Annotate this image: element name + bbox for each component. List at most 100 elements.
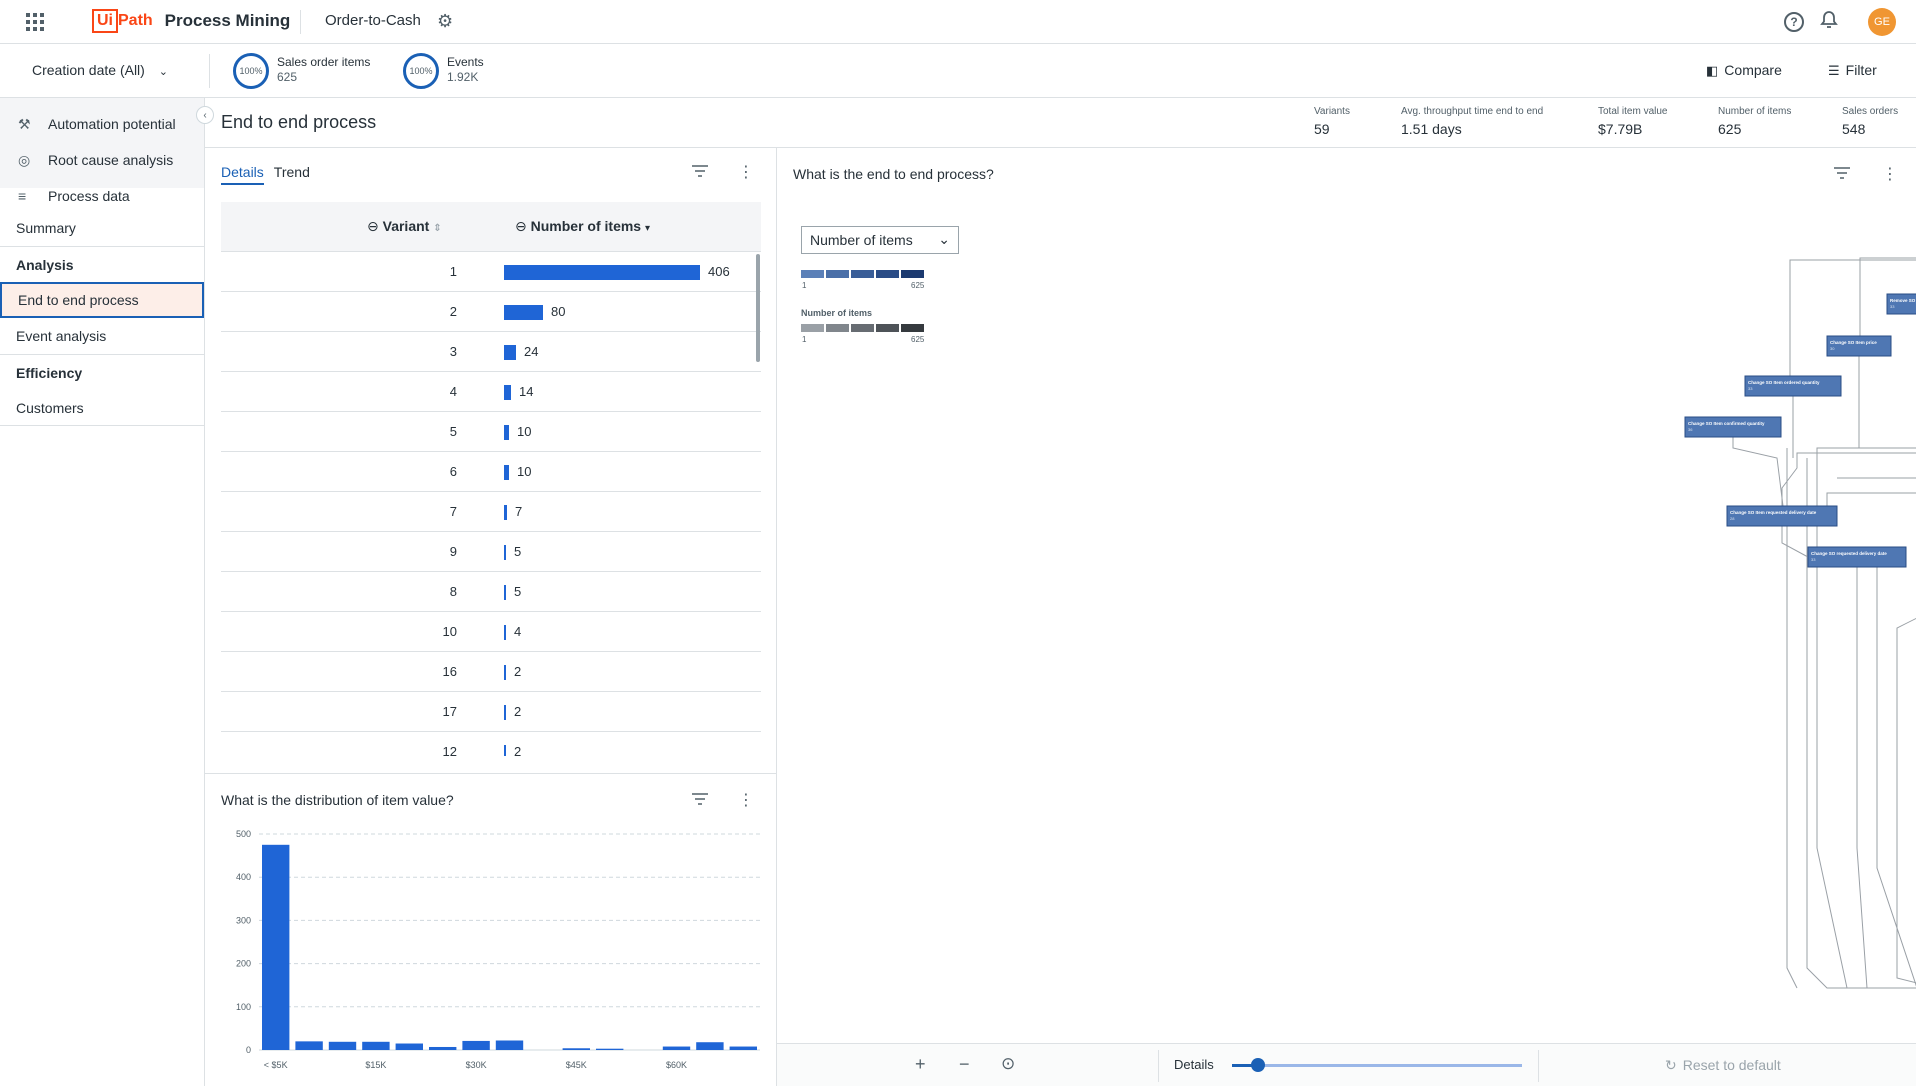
table-row[interactable]: 77: [221, 492, 761, 532]
process-edge[interactable]: [1786, 448, 1798, 989]
page-header: End to end process Variants 59 Avg. throu…: [205, 98, 1916, 148]
filter-icon[interactable]: [691, 792, 709, 811]
process-node-box[interactable]: [1684, 416, 1782, 438]
sidebar-item-end-to-end-process[interactable]: End to end process: [0, 282, 204, 318]
details-slider-thumb[interactable]: [1251, 1058, 1265, 1072]
process-node-count: 33: [1811, 557, 1816, 562]
sidebar-item-customers[interactable]: Customers: [0, 390, 204, 426]
histogram-bar[interactable]: [662, 1046, 691, 1050]
process-edge[interactable]: [1732, 437, 1784, 507]
sidebar-item-root-cause-analysis[interactable]: ◎ Root cause analysis: [0, 142, 204, 178]
histogram-bar[interactable]: [429, 1046, 457, 1050]
y-tick-label: 400: [236, 872, 251, 882]
items-bar: [504, 505, 507, 520]
histogram-bar[interactable]: [495, 1040, 524, 1050]
process-node[interactable]: Change SO Item ordered quantity33: [1744, 375, 1842, 397]
compare-button[interactable]: ◧ Compare: [1706, 62, 1782, 79]
events-ring: 100%: [403, 53, 439, 89]
tab-trend[interactable]: Trend: [274, 164, 310, 185]
x-tick-label: $45K: [566, 1060, 587, 1070]
process-node-box[interactable]: [1826, 335, 1892, 357]
tab-details[interactable]: Details: [221, 164, 264, 185]
items-bar: [504, 385, 511, 400]
more-options-icon[interactable]: ⋮: [738, 162, 754, 182]
process-edge[interactable]: [1781, 526, 1809, 558]
process-edge[interactable]: [1826, 492, 1916, 587]
process-node-box[interactable]: [1744, 375, 1842, 397]
process-node-count: 30: [1830, 346, 1835, 351]
process-node[interactable]: Change SO Item price30: [1826, 335, 1892, 357]
process-edge[interactable]: [1816, 448, 1848, 989]
table-row[interactable]: 3 24: [221, 332, 761, 372]
process-node[interactable]: Change SO Item requested delivery date28: [1726, 505, 1838, 527]
zoom-out-button[interactable]: −: [959, 1054, 970, 1075]
table-row[interactable]: 95: [221, 532, 761, 572]
more-options-icon[interactable]: ⋮: [738, 790, 754, 810]
variant-number: 3: [449, 344, 457, 359]
sidebar-item-automation-potential[interactable]: ⚒ Automation potential: [0, 106, 204, 142]
zoom-in-button[interactable]: +: [915, 1054, 926, 1075]
histogram-bar[interactable]: [262, 844, 290, 1050]
process-node-box[interactable]: [1807, 546, 1907, 568]
date-filter-dropdown[interactable]: Creation date (All) ⌄: [32, 62, 168, 78]
process-edge[interactable]: [1896, 608, 1916, 988]
filter-icon[interactable]: [691, 164, 709, 183]
table-row[interactable]: 2 80: [221, 292, 761, 332]
table-row[interactable]: 1 406: [221, 252, 761, 292]
column-variant[interactable]: ⊖ Variant ⇕: [367, 218, 442, 235]
filter-button[interactable]: ☰ Filter: [1828, 62, 1877, 79]
app-launcher-icon[interactable]: [26, 13, 44, 31]
table-row[interactable]: 16 2: [221, 652, 761, 692]
help-icon[interactable]: ?: [1784, 12, 1804, 32]
avatar[interactable]: GE: [1868, 8, 1896, 36]
reset-to-default-button[interactable]: ↻ Reset to default: [1665, 1057, 1781, 1074]
items-value: 7: [515, 504, 523, 519]
process-node[interactable]: Change SO requested delivery date33: [1807, 546, 1907, 568]
table-row[interactable]: 12 2: [221, 732, 761, 756]
table-row[interactable]: 4 14: [221, 372, 761, 412]
variant-tabs: Details Trend: [221, 164, 310, 185]
histogram-bar[interactable]: [596, 1048, 624, 1050]
table-row[interactable]: 85: [221, 572, 761, 612]
histogram-bar[interactable]: [395, 1043, 423, 1050]
sidebar-item-summary[interactable]: Summary: [0, 210, 204, 246]
histogram-bar[interactable]: [696, 1042, 724, 1050]
y-tick-label: 200: [236, 959, 251, 969]
items-value: 14: [519, 384, 534, 399]
process-graph[interactable]: Create SO625Create SO Item625Remove SO c…: [777, 148, 1916, 1043]
sidebar-tools: ⚒ Automation potential ◎ Root cause anal…: [0, 98, 204, 204]
items-value: 5: [514, 584, 522, 599]
histogram-bar[interactable]: [729, 1046, 757, 1050]
process-node-box[interactable]: [1726, 505, 1838, 527]
process-edge[interactable]: [1856, 567, 1916, 989]
variants-table-body: 1 406 2 80 3 24 4 14 5 10 6 10 7 7 9 5 8 5 10 4 16 2 17 2 12 2: [221, 252, 761, 756]
histogram-bar[interactable]: [362, 1041, 390, 1050]
items-bar: [504, 705, 506, 720]
table-row[interactable]: 5 10: [221, 412, 761, 452]
scrollbar[interactable]: [756, 254, 760, 362]
process-node[interactable]: Remove SO credit block33: [1886, 293, 1916, 315]
table-row[interactable]: 10 4: [221, 612, 761, 652]
histogram-bar[interactable]: [328, 1041, 357, 1050]
app-name[interactable]: Order-to-Cash: [325, 12, 421, 29]
process-node[interactable]: Change SO Item confirmed quantity36: [1684, 416, 1782, 438]
table-row[interactable]: 17 2: [221, 692, 761, 732]
histogram-bar[interactable]: [295, 1041, 323, 1050]
variants-table-header: ⊖ Variant ⇕ ⊖ Number of items ▾: [221, 202, 761, 252]
column-number-of-items[interactable]: ⊖ Number of items ▾: [515, 218, 650, 235]
table-row[interactable]: 6 10: [221, 452, 761, 492]
collapse-sidebar-button[interactable]: ‹: [196, 106, 214, 124]
panel-title: What is the distribution of item value?: [221, 792, 454, 808]
histogram-bar[interactable]: [562, 1048, 590, 1050]
sidebar-item-event-analysis[interactable]: Event analysis: [0, 318, 204, 354]
recenter-icon[interactable]: ⊙: [1001, 1054, 1015, 1074]
process-edge[interactable]: [1789, 259, 1916, 376]
histogram-bar[interactable]: [462, 1040, 490, 1050]
details-slider-track[interactable]: [1232, 1064, 1522, 1067]
uipath-logo[interactable]: Ui Path Process Mining: [92, 9, 290, 33]
variants-panel: Details Trend ⋮ ⊖ Variant ⇕ ⊖ Number of …: [205, 148, 777, 774]
sort-icon: ⇕: [433, 223, 442, 234]
gear-icon[interactable]: ⚙: [437, 11, 453, 32]
bell-icon[interactable]: [1820, 10, 1838, 35]
items-value: 10: [517, 464, 532, 479]
